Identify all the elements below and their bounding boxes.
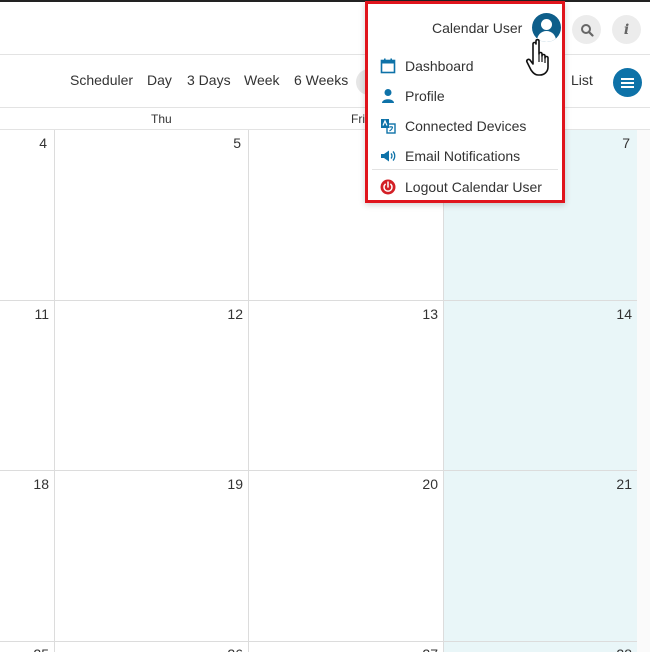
day-cell-number[interactable]: 19 [222, 476, 243, 492]
day-cell-number[interactable]: 18 [28, 476, 49, 492]
grid-divider [248, 130, 249, 652]
day-cell-number[interactable]: 5 [224, 135, 241, 151]
menu-item-label: Logout Calendar User [405, 179, 542, 195]
person-icon [382, 89, 394, 103]
day-cell-number[interactable]: 7 [613, 135, 630, 151]
day-cell-number[interactable]: 28 [611, 646, 632, 652]
menu-item-email-notifications[interactable]: Email Notifications [368, 141, 562, 171]
today-column-highlight [444, 130, 637, 652]
view-6weeks-button[interactable]: 6 Weeks [294, 72, 348, 88]
day-cell-number[interactable]: 14 [611, 306, 632, 322]
menu-icon-bar [621, 82, 634, 84]
view-day-button[interactable]: Day [147, 72, 172, 88]
grid-divider [0, 641, 637, 642]
day-cell-number[interactable]: 12 [222, 306, 243, 322]
menu-icon-bar [621, 78, 634, 80]
hand-cursor-icon [525, 38, 549, 76]
day-cell-number[interactable]: 21 [611, 476, 632, 492]
weekday-fri: Fri [351, 112, 365, 126]
menu-item-profile[interactable]: Profile [368, 81, 562, 111]
day-cell-number[interactable]: 25 [28, 646, 49, 652]
search-icon [580, 23, 594, 37]
grid-divider [0, 470, 637, 471]
grid-divider [443, 130, 444, 652]
day-cell-number[interactable]: 26 [222, 646, 243, 652]
hamburger-menu-button[interactable] [613, 68, 642, 97]
day-cell-number[interactable]: 4 [30, 135, 47, 151]
menu-item-label: Connected Devices [405, 118, 527, 134]
view-3days-button[interactable]: 3 Days [187, 72, 231, 88]
power-icon [380, 179, 396, 195]
calendar-icon [380, 58, 396, 74]
month-grid: 4 5 7 11 12 13 14 18 19 20 21 25 26 27 2… [0, 130, 650, 652]
menu-item-connected-devices[interactable]: Connected Devices [368, 111, 562, 141]
menu-icon-bar [621, 86, 634, 88]
menu-item-logout[interactable]: Logout Calendar User [368, 172, 562, 202]
view-scheduler-button[interactable]: Scheduler [70, 72, 133, 88]
menu-item-label: Email Notifications [405, 148, 521, 164]
info-icon: i [623, 21, 630, 38]
view-week-button[interactable]: Week [244, 72, 280, 88]
day-cell-number[interactable]: 27 [417, 646, 438, 652]
info-button[interactable]: i [612, 15, 641, 44]
menu-divider [372, 169, 558, 170]
day-cell-number[interactable]: 20 [417, 476, 438, 492]
menu-item-label: Profile [405, 88, 445, 104]
translate-icon [381, 119, 396, 134]
megaphone-icon [381, 150, 396, 162]
weekday-thu: Thu [151, 112, 172, 126]
menu-item-label: Dashboard [405, 58, 474, 74]
avatar-head [541, 19, 552, 30]
grid-divider [54, 130, 55, 652]
grid-divider [0, 300, 637, 301]
dropdown-user-name[interactable]: Calendar User [432, 20, 522, 36]
scrollbar[interactable] [637, 130, 650, 652]
search-button[interactable] [572, 15, 601, 44]
day-cell-number[interactable]: 13 [417, 306, 438, 322]
view-list-button[interactable]: List [571, 72, 593, 88]
day-cell-number[interactable]: 11 [28, 306, 49, 322]
